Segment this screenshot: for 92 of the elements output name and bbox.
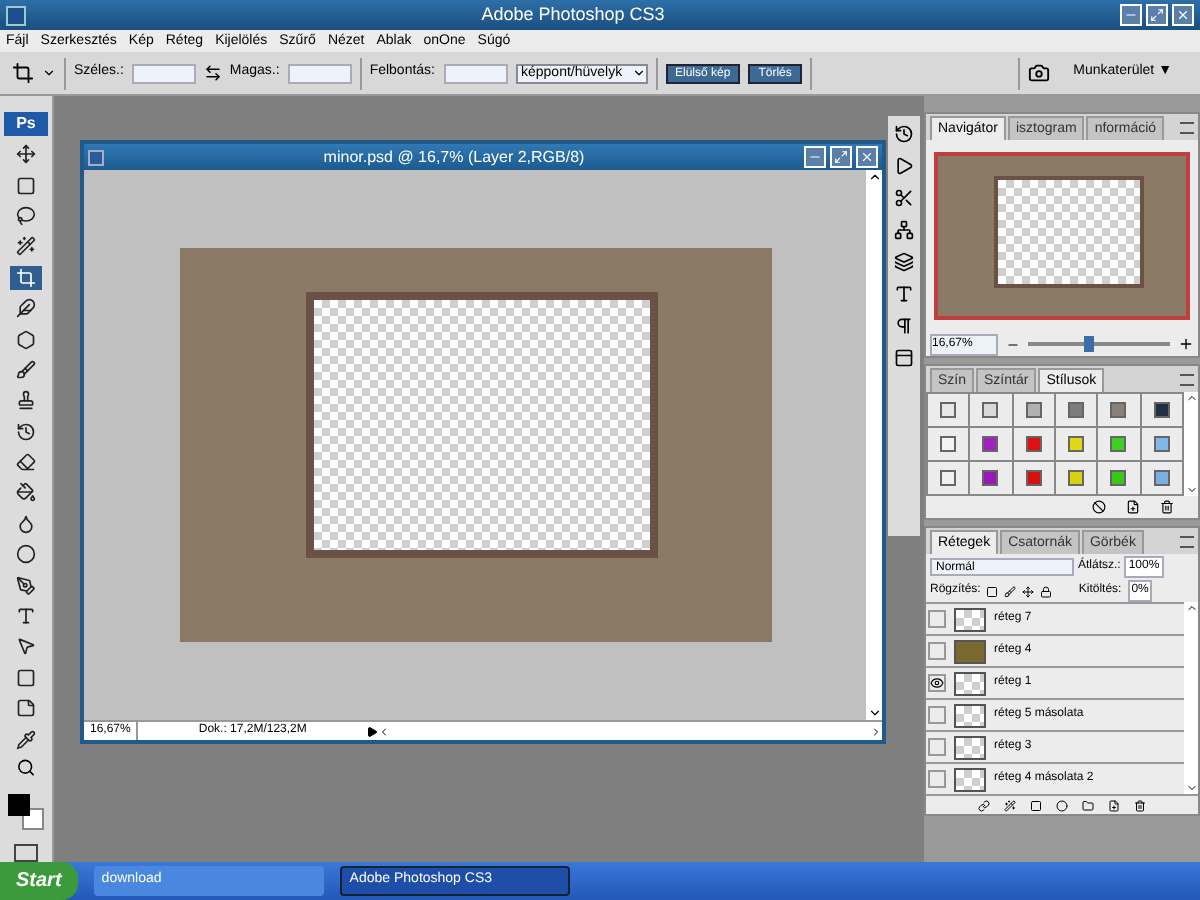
style-swatch[interactable]: [1056, 394, 1097, 426]
maximize-icon: [1150, 8, 1164, 22]
visibility-toggle[interactable]: [928, 770, 946, 788]
visibility-toggle[interactable]: [928, 642, 946, 660]
lock-position-icon[interactable]: [1022, 585, 1035, 597]
adjustment-icon[interactable]: [1056, 799, 1068, 811]
scroll-left-icon[interactable]: [378, 725, 391, 737]
scroll-right-icon[interactable]: [870, 725, 882, 737]
style-swatch[interactable]: [1013, 428, 1054, 460]
close-button[interactable]: [856, 146, 878, 168]
layer-thumbnail: [954, 735, 986, 759]
network-icon[interactable]: [894, 220, 914, 240]
resolution-field[interactable]: [443, 63, 507, 83]
style-swatch[interactable]: [1056, 462, 1097, 494]
zoom-in-icon[interactable]: [1178, 336, 1194, 352]
style-swatch[interactable]: [1098, 462, 1140, 494]
paragraph-icon[interactable]: [894, 316, 914, 336]
ps-logo: Ps: [4, 112, 48, 136]
layer-thumbnail: [954, 767, 986, 791]
character-icon[interactable]: [894, 284, 914, 304]
minimize-button[interactable]: [804, 146, 826, 168]
history-icon[interactable]: [894, 124, 914, 144]
style-swatch[interactable]: [970, 394, 1012, 426]
style-swatch[interactable]: [928, 462, 969, 494]
style-swatch[interactable]: [928, 394, 969, 426]
play-icon[interactable]: [366, 725, 379, 737]
new-layer-icon[interactable]: [1108, 799, 1120, 811]
clear-style-icon[interactable]: [1092, 500, 1106, 514]
visibility-toggle[interactable]: [928, 674, 946, 692]
workspace-icon[interactable]: [1027, 62, 1050, 84]
maximize-button[interactable]: [1146, 4, 1168, 26]
lock-icon[interactable]: [1040, 585, 1053, 597]
actions-icon[interactable]: [894, 156, 914, 176]
close-button[interactable]: [1172, 4, 1194, 26]
new-style-icon[interactable]: [1126, 500, 1140, 514]
scroll-up-icon[interactable]: [867, 170, 881, 184]
horizontal-scrollbar[interactable]: [378, 725, 882, 737]
document-icon: [88, 149, 104, 165]
style-swatch[interactable]: [1098, 394, 1140, 426]
maximize-button[interactable]: [830, 146, 852, 168]
layers-icon[interactable]: [894, 252, 914, 272]
panel-menu-icon[interactable]: [1180, 122, 1194, 134]
minimize-button[interactable]: [1120, 4, 1142, 26]
panel-menu-icon[interactable]: [1180, 536, 1194, 548]
maximize-icon: [834, 150, 848, 164]
caret-icon[interactable]: [42, 66, 56, 80]
window-title: Adobe Photoshop CS3: [479, 1, 667, 28]
link-icon[interactable]: [978, 799, 990, 811]
close-icon: [860, 150, 874, 164]
color-swatches-icon[interactable]: [8, 794, 44, 829]
caret-icon: [631, 66, 645, 80]
minimize-icon: [808, 150, 822, 164]
folder-icon[interactable]: [1082, 799, 1094, 811]
style-swatch[interactable]: [1141, 462, 1182, 494]
panel-icon[interactable]: [894, 348, 914, 368]
panel-menu-icon[interactable]: [1180, 374, 1194, 386]
vertical-scrollbar[interactable]: [866, 170, 882, 720]
lock-transparency-icon[interactable]: [986, 585, 999, 597]
trash-icon[interactable]: [1160, 500, 1174, 514]
lock-pixels-icon[interactable]: [1004, 585, 1017, 597]
style-swatch[interactable]: [1141, 428, 1182, 460]
scroll-down-icon[interactable]: [867, 706, 881, 720]
style-swatch[interactable]: [1013, 462, 1054, 494]
visibility-toggle[interactable]: [928, 706, 946, 724]
height-field[interactable]: [287, 63, 352, 83]
style-swatch[interactable]: [1141, 394, 1182, 426]
effects-icon[interactable]: [1004, 799, 1016, 811]
trash-icon[interactable]: [1134, 799, 1146, 811]
app-logo-icon: [6, 5, 26, 25]
style-swatch[interactable]: [1098, 428, 1140, 460]
layer-thumbnail: [954, 607, 986, 631]
visibility-toggle[interactable]: [928, 738, 946, 756]
style-swatch[interactable]: [928, 428, 969, 460]
minimize-icon: [1124, 8, 1138, 22]
scissors-icon[interactable]: [894, 188, 914, 208]
zoom-icon[interactable]: [16, 757, 36, 777]
document-title: minor.psd @ 16,7% (Layer 2,RGB/8): [321, 145, 587, 169]
close-icon: [1176, 8, 1190, 22]
width-field[interactable]: [131, 63, 196, 83]
start-button[interactable]: Start: [0, 862, 78, 900]
style-swatch[interactable]: [1013, 394, 1054, 426]
swap-icon[interactable]: [203, 64, 222, 82]
crop-icon[interactable]: [12, 62, 34, 84]
zoom-slider-thumb[interactable]: [1084, 336, 1095, 352]
mask-icon[interactable]: [1030, 799, 1042, 811]
style-swatch[interactable]: [1056, 428, 1097, 460]
layer-thumbnail: [954, 671, 986, 695]
visibility-toggle[interactable]: [928, 610, 946, 628]
style-swatch[interactable]: [970, 462, 1012, 494]
style-swatch[interactable]: [970, 428, 1012, 460]
eye-icon: [930, 676, 944, 690]
layer-thumbnail: [954, 703, 986, 727]
